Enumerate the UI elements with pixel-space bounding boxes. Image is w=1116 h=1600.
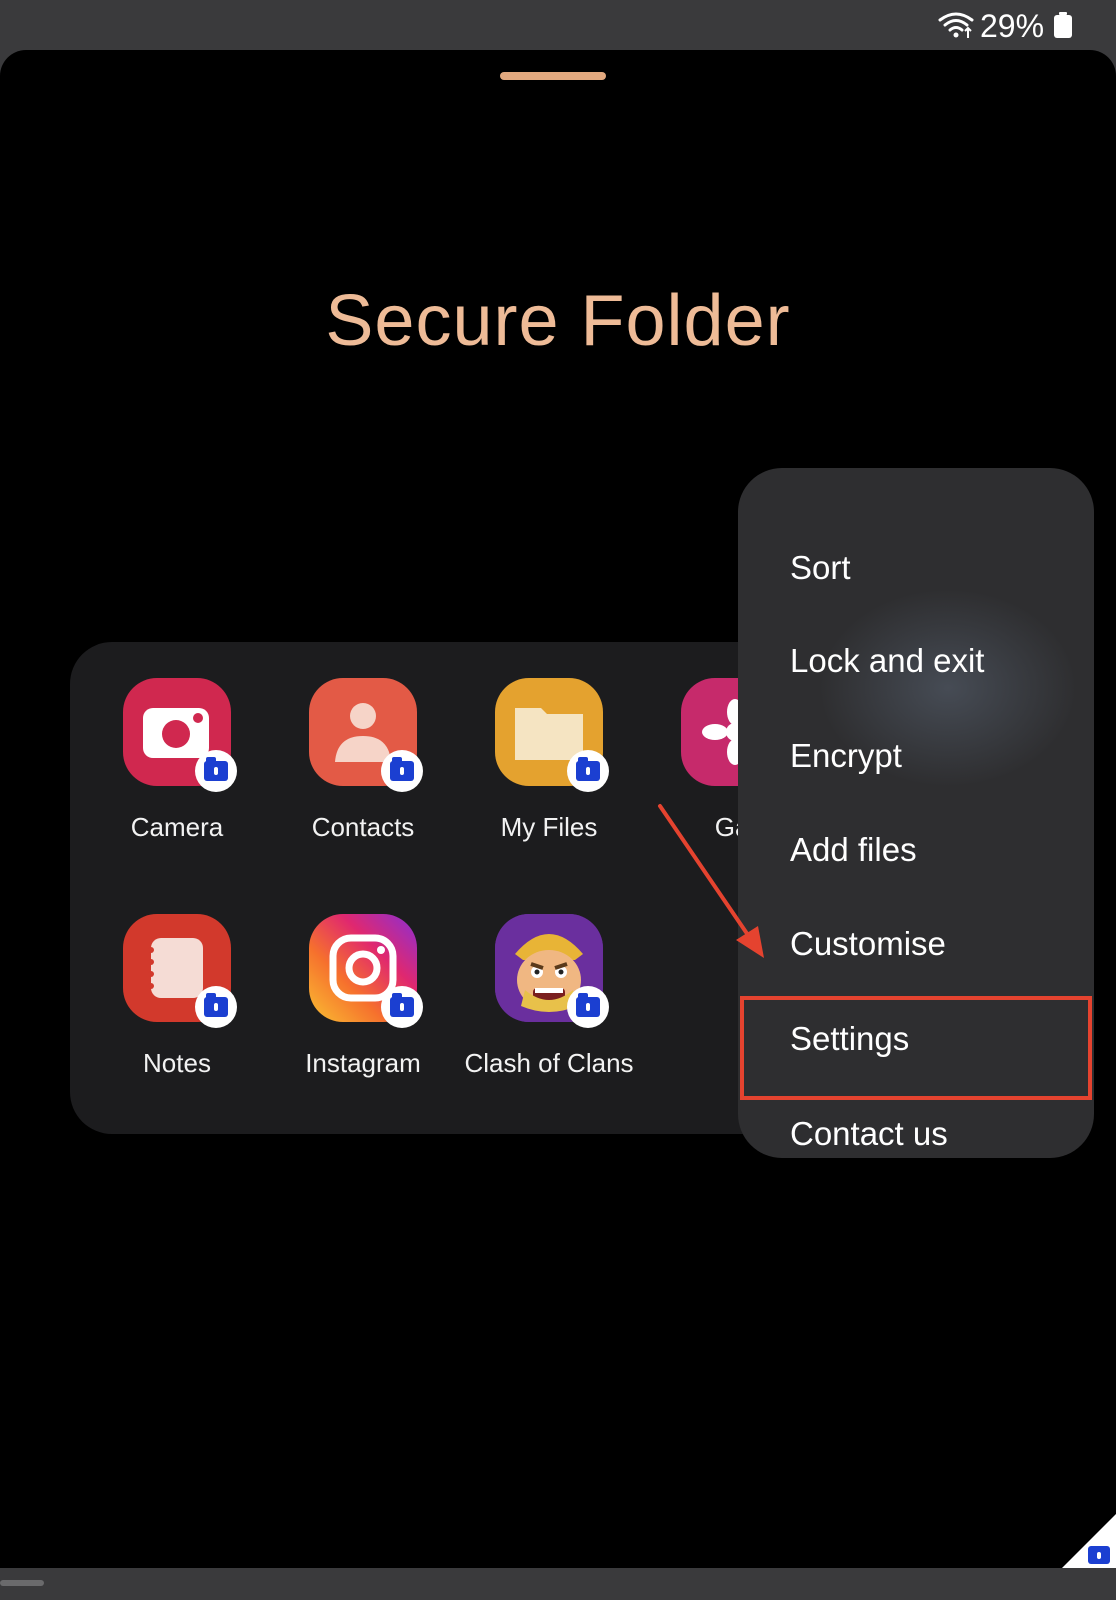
app-label: Contacts xyxy=(311,812,415,842)
bottom-bar xyxy=(0,1568,1116,1600)
secure-badge-icon xyxy=(195,750,237,792)
menu-item-lock-and-exit[interactable]: Lock and exit xyxy=(790,641,984,681)
app-label: Clash of Clans xyxy=(464,1048,634,1078)
app-label: Notes xyxy=(143,1048,211,1078)
app-label: Camera xyxy=(130,812,224,842)
secure-badge-icon xyxy=(567,750,609,792)
app-clash-of-clans[interactable]: Clash of Clans xyxy=(454,914,644,1079)
secure-badge-icon xyxy=(195,986,237,1028)
app-instagram[interactable]: Instagram xyxy=(268,914,458,1079)
app-camera[interactable]: Camera xyxy=(82,678,272,843)
drag-handle[interactable] xyxy=(500,72,606,80)
wifi-icon xyxy=(938,12,974,38)
secure-badge-icon xyxy=(381,750,423,792)
app-label: My Files xyxy=(500,812,598,842)
secure-badge-icon xyxy=(381,986,423,1028)
battery-icon xyxy=(1054,12,1072,38)
app-contacts[interactable]: Contacts xyxy=(268,678,458,843)
app-my-files[interactable]: My Files xyxy=(454,678,644,843)
battery-percentage: 29% xyxy=(980,8,1045,44)
menu-item-customise[interactable]: Customise xyxy=(790,924,946,964)
secure-badge-icon xyxy=(567,986,609,1028)
navigation-handle[interactable] xyxy=(0,1580,44,1586)
status-bar: 29% xyxy=(0,0,1116,52)
menu-item-add-files[interactable]: Add files xyxy=(790,830,917,870)
menu-item-sort[interactable]: Sort xyxy=(790,548,851,588)
app-label: Instagram xyxy=(305,1048,421,1078)
menu-item-contact-us[interactable]: Contact us xyxy=(790,1114,948,1154)
secure-folder-corner-icon xyxy=(1060,1514,1116,1570)
settings-highlight-box xyxy=(740,996,1092,1100)
page-title: Secure Folder xyxy=(325,281,791,361)
menu-item-encrypt[interactable]: Encrypt xyxy=(790,736,902,776)
app-notes[interactable]: Notes xyxy=(82,914,272,1079)
apps-panel: Camera Contacts My Files Gal Notes Insta… xyxy=(70,642,830,1134)
